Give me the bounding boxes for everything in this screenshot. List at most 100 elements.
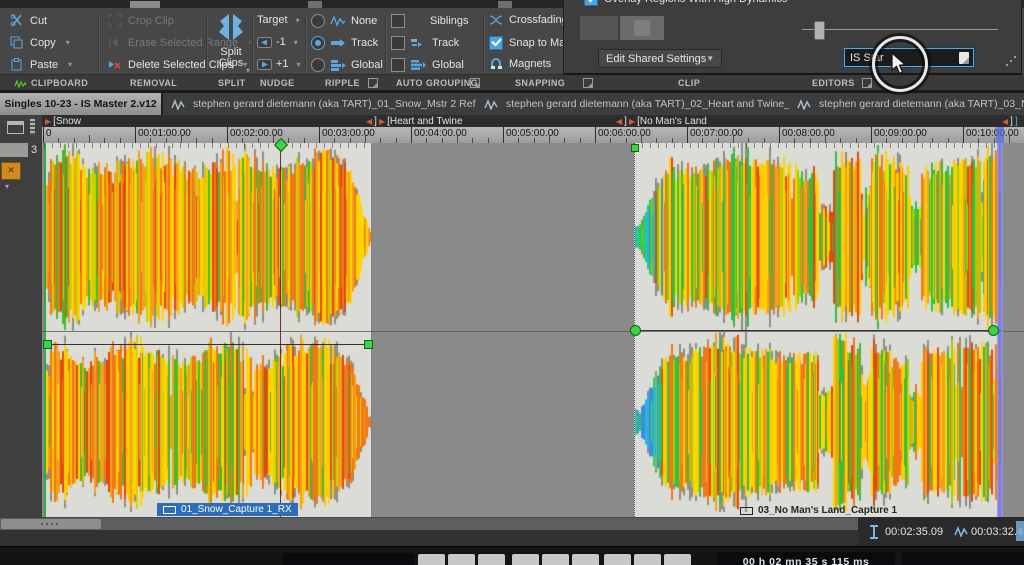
grouping-siblings-checkbox[interactable]: Siblings (391, 14, 469, 28)
clip-label-nomansland[interactable]: 03_No Man's Land_Capture 1 (740, 504, 897, 517)
siblings-checkbox[interactable] (391, 14, 405, 28)
marker-start-icon[interactable]: ▶ (379, 117, 385, 126)
overlay-dynamics-checkbox[interactable] (584, 0, 598, 6)
crop-clip-button[interactable]: Crop Clip (108, 14, 174, 27)
audio-file-icon (171, 99, 186, 110)
global-checkbox[interactable] (391, 58, 405, 72)
cut-button[interactable]: Cut (10, 14, 47, 27)
envelope-node[interactable] (630, 325, 641, 336)
tab-heart-ref[interactable]: stephen gerard dietemann (aka TART)_02_H… (476, 93, 797, 115)
clip-envelope-line[interactable] (44, 344, 372, 345)
ripple-global-radio-circle[interactable] (311, 58, 325, 72)
delete-clips-icon (108, 58, 122, 71)
grouping-track-checkbox[interactable]: Track (391, 36, 459, 50)
ripple-none-radio-circle[interactable] (311, 14, 325, 28)
edit-cursor-time-icon (868, 525, 880, 539)
marker-end-icon[interactable]: ◀ (616, 117, 622, 126)
marker-start-icon[interactable]: ▶ (629, 117, 635, 126)
scrollbar-thumb[interactable] (1, 519, 101, 529)
ripple-track-radio[interactable]: Track (311, 36, 378, 50)
transport-button[interactable] (664, 554, 691, 565)
clip-corner-node[interactable] (631, 144, 639, 152)
marker-end-icon[interactable]: ◀ (366, 117, 372, 126)
marker[interactable]: ▶[Snow (45, 115, 81, 127)
track-routing-button[interactable]: ✕ (1, 162, 21, 180)
waveform-canvas-bottom[interactable] (635, 332, 1002, 512)
snapping-dialog-launcher[interactable] (583, 78, 593, 88)
marker-label: [Snow (53, 116, 81, 127)
ruler-label: 00:04:00.00 (414, 128, 467, 139)
overlay-dynamics-row[interactable]: Overlay Regions With High Dynamics (584, 0, 787, 6)
document-icon[interactable] (959, 52, 969, 64)
waveform-canvas-top[interactable] (635, 143, 1002, 331)
ruler-settings-icon[interactable] (30, 119, 35, 135)
transport-button[interactable] (418, 554, 445, 565)
transport-button[interactable] (448, 554, 475, 565)
editors-dialog-launcher[interactable] (862, 78, 872, 88)
ripple-dialog-launcher[interactable] (368, 78, 378, 88)
clip-envelope-line[interactable] (634, 330, 1002, 331)
time-ruler[interactable]: 000:01:00.0000:02:00.0000:03:00.0000:04:… (0, 127, 1024, 143)
copy-caret: ▾ (66, 38, 70, 47)
transport-button[interactable] (572, 554, 599, 565)
track-checkbox[interactable] (391, 36, 405, 50)
marker[interactable]: ◀]] (1002, 115, 1018, 127)
marker-end-cap: ] (1015, 116, 1018, 127)
dynamics-slider-track[interactable] (802, 29, 998, 30)
copy-button[interactable]: Copy ▾ (10, 36, 70, 49)
ruler-tick (779, 127, 780, 143)
transport-button[interactable] (604, 554, 631, 565)
transport-button[interactable] (634, 554, 661, 565)
preview-swatch-light[interactable] (620, 16, 664, 40)
dynamics-slider-handle[interactable] (814, 21, 825, 40)
tab-snow-ref[interactable]: stephen gerard dietemann (aka TART)_01_S… (163, 93, 484, 115)
ripple-none-radio[interactable]: None (311, 14, 377, 28)
transport-button[interactable] (478, 554, 505, 565)
grouping-global-checkbox[interactable]: Global (391, 58, 464, 72)
clip-handle-icon (163, 506, 176, 514)
magnets-icon (489, 58, 503, 70)
marker[interactable]: ◀]▶[Heart and Twine (366, 115, 463, 127)
marker-lane: ▶[Snow◀]▶[Heart and Twine◀]▶[No Man's La… (0, 115, 1024, 127)
track-gutter: 3 ✕ ▾ (0, 115, 42, 518)
mouse-cursor (890, 52, 908, 76)
paste-button[interactable]: Paste ▾ (10, 58, 72, 71)
clip-snow[interactable] (44, 143, 372, 517)
grouping-global-label: Global (432, 59, 464, 71)
envelope-node[interactable] (364, 340, 373, 349)
envelope-node[interactable] (43, 340, 52, 349)
ruler-label: 0 (46, 128, 52, 139)
crossfading-button[interactable]: Crossfading (489, 14, 568, 26)
tab-nomansland-ref[interactable]: stephen gerard dietemann (aka TART)_03_N (789, 93, 1024, 115)
ruler-tick (963, 127, 964, 143)
ripple-global-radio[interactable]: Global (311, 58, 383, 72)
transport-button[interactable] (542, 554, 569, 565)
edit-shared-settings-button[interactable]: Edit Shared Settings ▼ (598, 49, 722, 68)
ripple-none-label: None (351, 15, 377, 27)
status-partial-icon[interactable] (1016, 521, 1024, 541)
dialog-resize-grip[interactable] (1006, 64, 1008, 66)
envelope-node[interactable] (988, 325, 999, 336)
magnets-button[interactable]: Magnets (489, 58, 551, 70)
marker-end-icon[interactable]: ◀ (1002, 117, 1008, 126)
waveform-canvas-top[interactable] (46, 143, 371, 331)
horizontal-scrollbar[interactable] (0, 518, 858, 530)
nudge-target-button[interactable]: Target ▾ (257, 14, 300, 26)
nudge-minus-button[interactable]: -1 ▾ (257, 36, 298, 48)
nudge-plus-button[interactable]: +1 ▾ (257, 58, 301, 70)
waveform-canvas-bottom[interactable] (46, 332, 371, 512)
marker-start-icon[interactable]: ▶ (45, 117, 51, 126)
snap-checkbox[interactable] (489, 36, 503, 50)
track-options-caret[interactable]: ▾ (5, 182, 9, 191)
ripple-track-radio-circle[interactable] (311, 36, 325, 50)
clip-label-snow[interactable]: 01_Snow_Capture 1_RX (157, 503, 298, 516)
split-clips-icon (218, 12, 244, 42)
panel-layout-icon[interactable] (7, 121, 24, 134)
auto-grouping-dialog-launcher[interactable] (470, 78, 480, 88)
marker[interactable]: ◀]▶[No Man's Land (616, 115, 707, 127)
split-clips-button[interactable]: Split Clips ▾ (212, 10, 250, 72)
transport-button[interactable] (512, 554, 539, 565)
track-header-strip[interactable] (0, 143, 28, 157)
tab-montage[interactable]: Singles 10-23 - IS Master 2.v12 (0, 93, 163, 115)
preview-swatch-dark[interactable] (580, 16, 618, 40)
